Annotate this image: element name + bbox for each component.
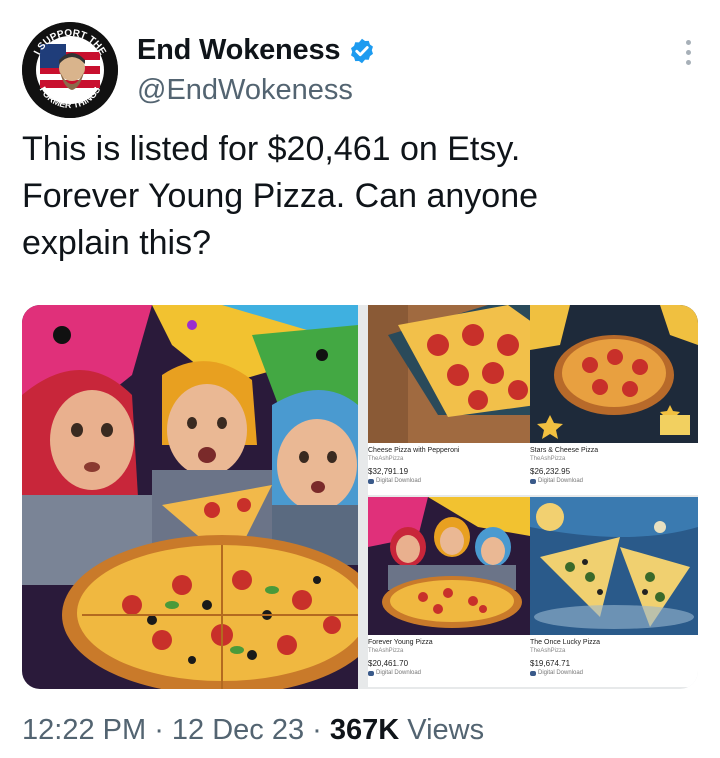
listing-shop: TheAshPizza — [530, 456, 566, 462]
listing-card-1[interactable]: Cheese Pizza with Pepperoni TheAshPizza … — [368, 305, 536, 495]
listing-title[interactable]: Stars & Cheese Pizza — [530, 446, 698, 455]
listing-price: $20,461.70 — [368, 659, 409, 668]
tweet-time[interactable]: 12:22 PM — [22, 714, 146, 746]
listing-thumb-3 — [368, 497, 536, 635]
listing-thumb-4 — [530, 497, 698, 635]
listing-badge: Digital Download — [368, 669, 536, 678]
listing-title[interactable]: The Once Lucky Pizza — [530, 638, 698, 647]
listing-thumb-1 — [368, 305, 536, 443]
listing-thumb-2 — [530, 305, 698, 443]
verified-badge-icon — [351, 38, 374, 63]
listing-price: $19,674.71 — [530, 659, 571, 668]
listing-card-4[interactable]: The Once Lucky Pizza TheAshPizza $19,674… — [530, 497, 698, 687]
tweet-date[interactable]: 12 Dec 23 — [172, 714, 304, 746]
author-handle[interactable]: @EndWokeness — [137, 74, 353, 107]
listing-badge: Digital Download — [368, 477, 536, 486]
download-icon — [530, 479, 536, 484]
listing-badge: Digital Download — [530, 477, 698, 486]
listing-title[interactable]: Forever Young Pizza — [368, 638, 536, 647]
listing-badge: Digital Download — [530, 669, 698, 678]
listing-title[interactable]: Cheese Pizza with Pepperoni — [368, 446, 536, 455]
tweet-meta: 12:22 PM · 12 Dec 23 · 367K Views — [22, 714, 484, 747]
download-icon — [530, 671, 536, 676]
tweet-text: This is listed for $20,461 on Etsy. Fore… — [22, 130, 539, 262]
download-icon — [368, 671, 374, 676]
listing-price: $26,232.95 — [530, 467, 571, 476]
listing-price: $32,791.19 — [368, 467, 409, 476]
tweet-header: I SUPPORT THE FORMER THINGS End Wokeness… — [22, 22, 698, 122]
author-display-name[interactable]: End Wokeness — [137, 34, 341, 67]
views-label: Views — [399, 714, 485, 746]
more-options-icon[interactable] — [680, 40, 696, 70]
listing-card-2[interactable]: Stars & Cheese Pizza TheAshPizza $26,232… — [530, 305, 698, 495]
listing-card-3[interactable]: Forever Young Pizza TheAshPizza $20,461.… — [368, 497, 536, 687]
meta-separator: · — [146, 714, 172, 746]
listing-shop: TheAshPizza — [368, 456, 404, 462]
listing-shop: TheAshPizza — [368, 648, 404, 654]
avatar[interactable]: I SUPPORT THE FORMER THINGS — [22, 22, 118, 118]
views-count: 367K — [329, 714, 400, 746]
author-name-row: End Wokeness — [137, 34, 376, 67]
main-photo[interactable] — [22, 305, 358, 689]
meta-separator: · — [304, 714, 330, 746]
download-icon — [368, 479, 374, 484]
listing-shop: TheAshPizza — [530, 648, 566, 654]
tweet-media[interactable]: Cheese Pizza with Pepperoni TheAshPizza … — [22, 305, 698, 689]
